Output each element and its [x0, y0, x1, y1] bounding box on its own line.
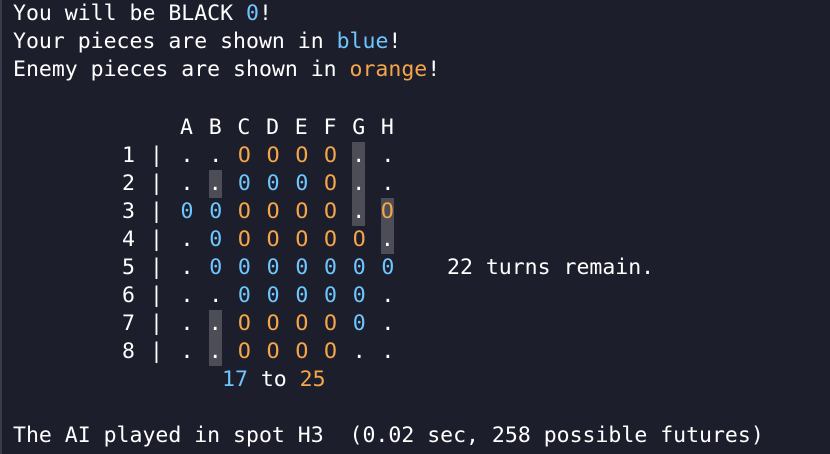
board-cell-a8: . [180, 339, 194, 364]
board-cell-g7: 0 [352, 311, 366, 336]
row-separator: | [150, 311, 163, 336]
column-header-h: H [380, 115, 394, 140]
board-cell-h5: 0 [381, 255, 395, 280]
board-cell-d4: O [266, 227, 280, 252]
board-cell-c6: 0 [237, 283, 251, 308]
board-cell-h8: . [381, 339, 395, 364]
board-cell-a5: . [180, 255, 194, 280]
column-header-e: E [294, 115, 308, 140]
board-cell-g5: 0 [352, 255, 366, 280]
blue-score: 17 [222, 367, 248, 392]
board-cell-c1: O [237, 143, 251, 168]
board-cell-h6: . [381, 283, 395, 308]
board-cell-f3: O [324, 199, 337, 224]
row-separator: | [150, 143, 163, 168]
game-board: A B C D E F G H 1 |.. O O O O.. 2 |.. 0 0 0 O.. 3 | 0 0 O O O O. O 4 |… [0, 0, 830, 454]
board-cell-b3: 0 [209, 199, 223, 224]
board-cell-g1: . [352, 142, 366, 170]
board-cell-c5: 0 [237, 255, 251, 280]
board-cell-f5: 0 [324, 255, 337, 280]
board-cell-d3: O [266, 199, 280, 224]
board-cell-e3: O [295, 199, 309, 224]
board-cell-b4: 0 [209, 227, 223, 252]
board-cell-b5: 0 [209, 255, 223, 280]
row-separator: | [150, 339, 163, 364]
board-cell-c8: O [237, 339, 251, 364]
board-cell-f2: O [324, 171, 337, 196]
board-cell-b2: . [208, 170, 222, 198]
board-cell-g2: . [352, 170, 366, 198]
row-header-2: 2 [122, 171, 135, 196]
board-cell-d8: O [266, 339, 280, 364]
board-cell-c3: O [237, 199, 251, 224]
row-separator: | [150, 255, 163, 280]
column-header-g: G [352, 115, 366, 140]
row-header-7: 7 [122, 311, 135, 336]
column-header-c: C [237, 115, 251, 140]
board-cell-g8: . [352, 339, 366, 364]
board-cell-a3: 0 [180, 199, 194, 224]
row-header-1: 1 [122, 143, 135, 168]
board-cell-g4: O [352, 227, 366, 252]
board-cell-c7: O [237, 311, 251, 336]
orange-score: 25 [299, 367, 326, 392]
board-cell-a1: . [180, 143, 194, 168]
row-separator: | [150, 171, 163, 196]
board-cell-d2: 0 [266, 171, 280, 196]
ai-message: The AI played in spot H3 (0.02 sec, 258 … [13, 423, 764, 448]
row-header-8: 8 [122, 339, 135, 364]
board-cell-d6: 0 [266, 283, 280, 308]
row-separator: | [150, 227, 163, 252]
board-cell-a6: . [180, 283, 194, 308]
board-cell-h4: . [380, 226, 394, 254]
board-cell-d5: 0 [266, 255, 280, 280]
row-separator: | [150, 283, 163, 308]
column-header-a: A [180, 115, 193, 140]
row-header-6: 6 [122, 283, 135, 308]
board-cell-f7: O [324, 311, 337, 336]
row-header-4: 4 [122, 227, 135, 252]
board-cell-g6: 0 [352, 283, 366, 308]
board-cell-d7: O [266, 311, 280, 336]
board-cell-b8: . [208, 338, 222, 366]
board-cell-b1: . [209, 143, 223, 168]
board-cell-h7: . [381, 311, 395, 336]
board-cell-c4: O [237, 227, 251, 252]
board-cell-e2: 0 [295, 171, 309, 196]
board-cell-c2: 0 [237, 171, 251, 196]
column-header-b: B [208, 115, 222, 140]
board-cell-e1: O [295, 143, 309, 168]
board-cell-f1: O [324, 143, 337, 168]
board-cell-a2: . [180, 171, 194, 196]
board-cell-e6: 0 [295, 283, 309, 308]
board-cell-f8: O [324, 339, 337, 364]
score-separator-word: to [247, 367, 300, 392]
board-cell-e5: 0 [295, 255, 309, 280]
board-cell-b6: . [209, 283, 223, 308]
board-cell-h2: . [381, 171, 395, 196]
row-header-3: 3 [122, 199, 135, 224]
board-cell-a7: . [180, 311, 194, 336]
row-separator: | [150, 199, 163, 224]
board-cell-f4: O [324, 227, 337, 252]
board-cell-e8: O [295, 339, 309, 364]
score-line: 17 to 25 [222, 366, 326, 394]
board-cell-h3: O [380, 198, 394, 226]
row-header-5: 5 [122, 255, 135, 280]
board-cell-e4: O [295, 227, 309, 252]
column-header-d: D [266, 115, 280, 140]
column-header-f: F [323, 115, 337, 140]
board-cell-f6: 0 [324, 283, 337, 308]
board-cell-e7: O [295, 311, 309, 336]
board-cell-d1: O [266, 143, 280, 168]
board-cell-a4: . [180, 227, 194, 252]
board-cell-g3: . [352, 198, 366, 226]
board-cell-b7: . [208, 310, 222, 338]
board-cell-h1: . [381, 143, 395, 168]
turns-remaining: 22 turns remain. [447, 255, 655, 280]
